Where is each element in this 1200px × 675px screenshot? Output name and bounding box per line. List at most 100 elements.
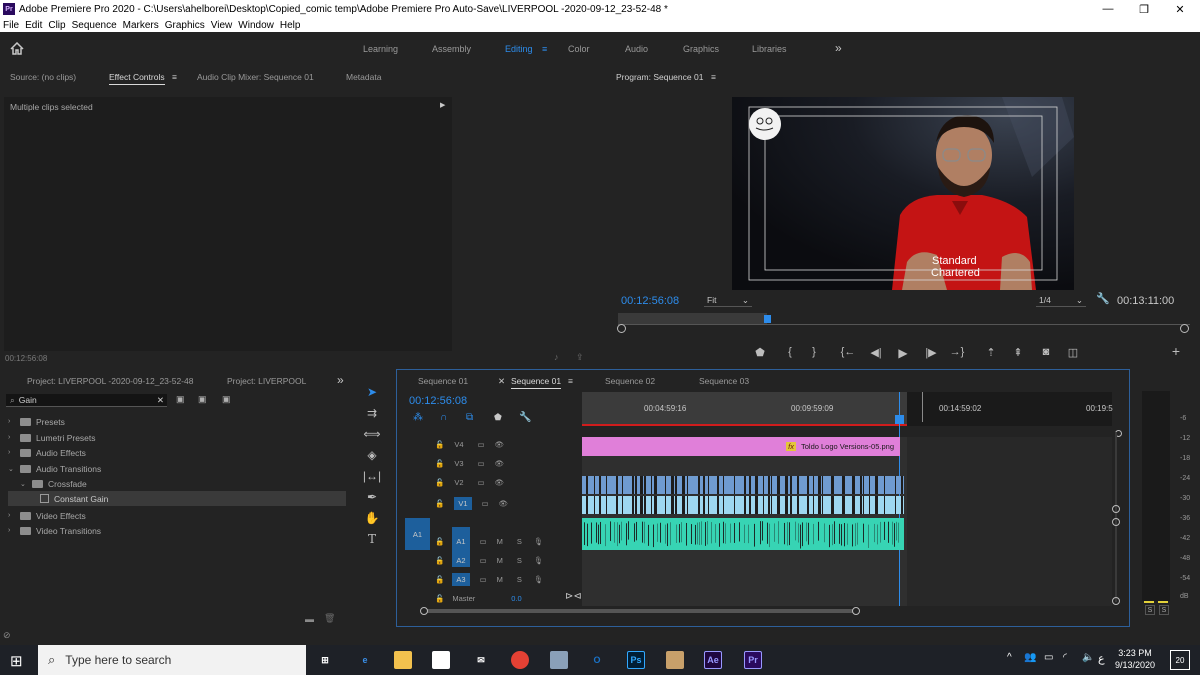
lock-icon[interactable]: 🔓	[435, 459, 444, 468]
tray-chevron-icon[interactable]: ^	[1007, 652, 1012, 663]
tab-audio-clip-mixer[interactable]: Audio Clip Mixer: Sequence 01	[197, 72, 314, 82]
taskbar-search-box[interactable]: ⌕ Type here to search	[38, 645, 306, 675]
scroll-handle-left[interactable]	[420, 607, 428, 615]
sync-lock-icon[interactable]: ▭	[478, 440, 485, 449]
after-effects-icon[interactable]: Ae	[704, 651, 722, 669]
lock-icon[interactable]: 🔓	[435, 440, 444, 449]
comparison-view-icon[interactable]: ◫	[1065, 346, 1081, 359]
ripple-edit-tool-icon[interactable]: ⟺	[362, 425, 382, 443]
sync-lock-icon[interactable]: ▭	[478, 478, 485, 487]
scroll-handle-mid[interactable]	[1112, 505, 1120, 513]
program-current-timecode[interactable]: 00:12:56:08	[621, 295, 679, 307]
expand-arrow-icon[interactable]: ›	[8, 434, 20, 441]
trash-icon[interactable]: 🗑	[324, 613, 335, 624]
accelerated-effects-icon[interactable]: ▣	[176, 394, 185, 405]
tree-item-audio-effects[interactable]: › Audio Effects	[8, 445, 346, 460]
track-header-a3[interactable]: 🔓 A3 ▭ M S 🎙	[398, 573, 582, 586]
solo-button[interactable]: S	[517, 556, 522, 565]
collapse-arrow-icon[interactable]: ⌄	[20, 480, 32, 488]
mail-icon[interactable]: ✉	[472, 651, 490, 669]
taskbar-time[interactable]: 3:23 PM	[1115, 648, 1155, 658]
tab-effect-controls[interactable]: Effect Controls	[109, 72, 165, 85]
program-video-frame[interactable]: Standard Chartered	[732, 97, 1074, 290]
hand-tool-icon[interactable]: ✋	[362, 509, 382, 527]
mark-out-icon[interactable]: }	[806, 346, 822, 358]
tab-metadata[interactable]: Metadata	[346, 72, 381, 82]
timeline-horizontal-scrollbar[interactable]	[424, 609, 856, 613]
expand-arrow-icon[interactable]: ▶	[440, 101, 445, 109]
lock-icon[interactable]: 🔓	[435, 594, 444, 603]
lift-icon[interactable]: ⇡	[983, 346, 999, 359]
export-icon[interactable]: ⇪	[576, 352, 584, 363]
microphone-icon[interactable]: 🎙	[534, 575, 544, 584]
lock-icon[interactable]: 🔓	[435, 537, 444, 546]
clear-search-icon[interactable]: ✕	[157, 395, 164, 406]
export-frame-icon[interactable]: ◙	[1038, 346, 1054, 358]
step-back-icon[interactable]: ◀|	[868, 346, 884, 359]
tab-source[interactable]: Source: (no clips)	[10, 72, 76, 82]
minimize-button[interactable]: —	[1090, 0, 1126, 18]
solo-button[interactable]: S	[517, 575, 522, 584]
mute-button[interactable]: M	[497, 556, 503, 565]
track-header-v1[interactable]: 🔓 V1 ▭ 👁	[398, 497, 582, 510]
program-menu-icon[interactable]: ≡	[711, 72, 716, 82]
eye-icon[interactable]: 👁	[499, 499, 509, 508]
track-target-v1[interactable]: V1	[454, 497, 472, 510]
track-header-v4[interactable]: 🔓 V4 ▭ 👁	[398, 440, 582, 449]
sync-lock-icon[interactable]: ▭	[480, 575, 487, 584]
menu-file[interactable]: File	[3, 20, 19, 31]
mark-in-icon[interactable]: {	[782, 346, 798, 358]
tab-project-liverpool[interactable]: Project: LIVERPOOL	[227, 376, 306, 386]
time-ruler[interactable]: 00:04:59:16 00:09:59:09 00:14:59:02 00:1…	[582, 392, 1113, 426]
timeline-vertical-scrollbar[interactable]	[1115, 432, 1117, 602]
solo-button[interactable]: S	[517, 537, 522, 546]
lock-icon[interactable]: 🔓	[435, 478, 444, 487]
timeline-menu-icon[interactable]: ≡	[568, 376, 573, 386]
tree-item-video-effects[interactable]: › Video Effects	[8, 508, 346, 523]
track-header-a2[interactable]: 🔓 A2 ▭ M S 🎙	[398, 554, 582, 567]
sync-lock-icon[interactable]: ▭	[478, 459, 485, 468]
workspace-libraries[interactable]: Libraries	[752, 44, 787, 54]
clip-filter-icon[interactable]: ♪	[554, 352, 559, 362]
workspace-assembly[interactable]: Assembly	[432, 44, 471, 54]
step-forward-icon[interactable]: |▶	[923, 346, 939, 359]
add-marker-icon[interactable]: ⬟	[752, 346, 768, 359]
notification-center-button[interactable]: 20	[1170, 650, 1190, 670]
panel-menu-icon[interactable]: ≡	[172, 72, 177, 82]
menu-help[interactable]: Help	[280, 20, 301, 31]
tab-sequence-01-a[interactable]: Sequence 01	[418, 376, 468, 386]
mute-button[interactable]: M	[497, 575, 503, 584]
menu-edit[interactable]: Edit	[25, 20, 42, 31]
task-view-icon[interactable]: ⊞	[316, 651, 334, 669]
file-explorer-icon[interactable]	[394, 651, 412, 669]
tab-sequence-01-b[interactable]: Sequence 01	[511, 376, 562, 389]
sync-lock-icon[interactable]: ▭	[482, 499, 489, 508]
32bit-effects-icon[interactable]: ▣	[198, 394, 207, 405]
master-volume-value[interactable]: 0.0	[511, 594, 521, 603]
razor-tool-icon[interactable]: ◈	[362, 446, 382, 464]
photoshop-icon[interactable]: Ps	[627, 651, 645, 669]
lock-icon[interactable]: 🔓	[435, 575, 444, 584]
tree-item-constant-gain[interactable]: Constant Gain	[8, 491, 346, 506]
outlook-icon[interactable]: O	[588, 651, 606, 669]
insert-nest-icon[interactable]: ⁂	[413, 412, 423, 423]
eye-icon[interactable]: 👁	[495, 459, 505, 468]
microphone-icon[interactable]: 🎙	[534, 556, 544, 565]
track-target-a3[interactable]: A3	[452, 573, 470, 586]
collapse-arrow-icon[interactable]: ⌄	[8, 465, 20, 473]
solo-left-button[interactable]: S	[1145, 605, 1155, 615]
track-target-a2[interactable]: A2	[452, 554, 470, 567]
go-to-in-icon[interactable]: {←	[840, 346, 856, 358]
eye-icon[interactable]: 👁	[495, 440, 505, 449]
app-icon[interactable]	[550, 651, 568, 669]
settings-wrench-icon[interactable]: 🔧	[1096, 292, 1110, 305]
input-language[interactable]: ع	[1098, 652, 1105, 665]
zoom-handle-left[interactable]	[617, 324, 626, 333]
tree-item-video-transitions[interactable]: › Video Transitions	[8, 523, 346, 538]
expand-arrow-icon[interactable]: ›	[8, 512, 20, 519]
menu-window[interactable]: Window	[238, 20, 274, 31]
yuv-effects-icon[interactable]: ▣	[222, 394, 231, 405]
sync-lock-icon[interactable]: ▭	[480, 537, 487, 546]
mute-button[interactable]: M	[497, 537, 503, 546]
menu-graphics[interactable]: Graphics	[165, 20, 205, 31]
